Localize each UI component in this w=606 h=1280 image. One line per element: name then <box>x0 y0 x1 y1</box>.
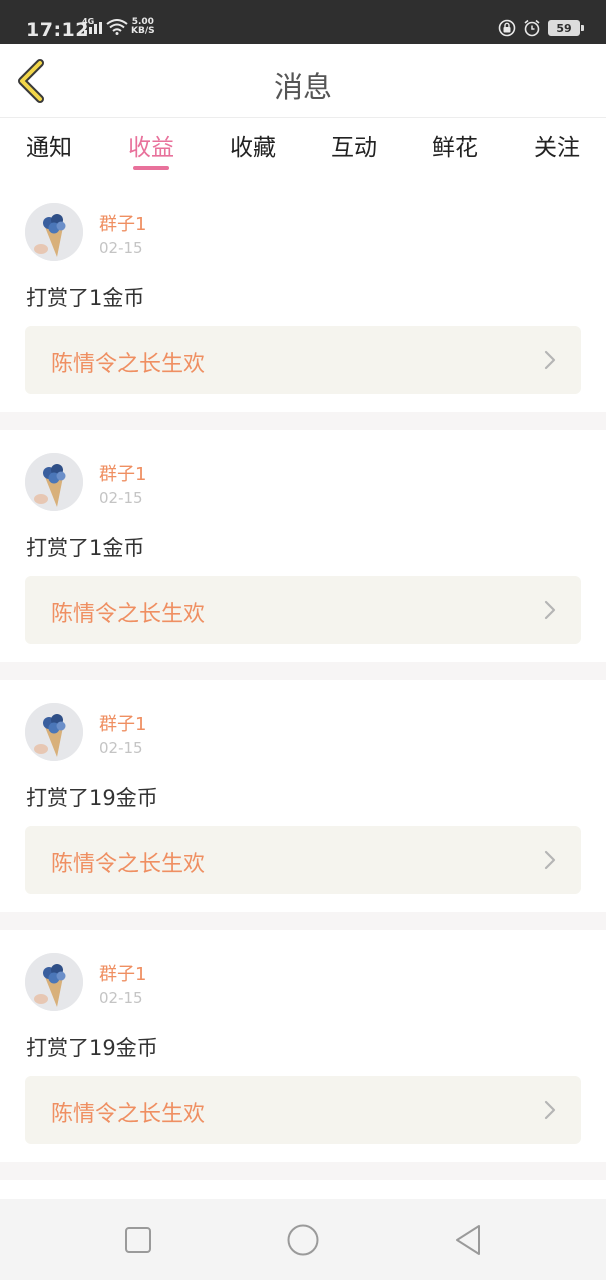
avatar-image-icon <box>25 453 83 511</box>
work-link[interactable]: 陈情令之长生欢 <box>25 1076 581 1144</box>
recent-apps-button[interactable] <box>121 1223 155 1257</box>
tab-notifications[interactable]: 通知 <box>14 128 84 162</box>
battery-icon: 59 <box>548 20 584 36</box>
username[interactable]: 群子1 <box>99 960 146 986</box>
tab-flowers[interactable]: 鲜花 <box>420 128 490 162</box>
chevron-right-icon <box>544 350 556 370</box>
tab-bar: 通知 收益 收藏 互动 鲜花 关注 <box>0 118 606 180</box>
cellular-signal-icon: 4G <box>82 16 104 38</box>
message-date: 02-15 <box>99 739 143 757</box>
message-card: 群子1 02-15 打赏了19金币 陈情令之长生欢 <box>0 930 606 1162</box>
chevron-right-icon <box>544 850 556 870</box>
status-time: 17:12 <box>26 19 89 41</box>
wifi-icon <box>106 19 128 35</box>
work-link[interactable]: 陈情令之长生欢 <box>25 326 581 394</box>
header: 消息 <box>0 44 606 118</box>
back-nav-button[interactable] <box>452 1223 486 1257</box>
work-link[interactable]: 陈情令之长生欢 <box>25 826 581 894</box>
tab-label: 收藏 <box>230 135 276 161</box>
message-date: 02-15 <box>99 489 143 507</box>
tab-earnings[interactable]: 收益 <box>116 128 186 170</box>
card-divider <box>0 412 606 430</box>
battery-level: 59 <box>556 21 572 35</box>
message-text: 打赏了1金币 <box>26 536 145 560</box>
status-icons-right: 59 <box>498 19 584 37</box>
work-title: 陈情令之长生欢 <box>51 852 206 877</box>
tab-label: 互动 <box>331 135 377 161</box>
avatar[interactable] <box>25 953 83 1011</box>
tab-label: 鲜花 <box>432 135 478 161</box>
chevron-right-icon <box>544 1100 556 1120</box>
username[interactable]: 群子1 <box>99 210 146 236</box>
page-title: 消息 <box>273 70 332 104</box>
username[interactable]: 群子1 <box>99 710 146 736</box>
message-text: 打赏了1金币 <box>26 286 145 310</box>
tab-favorites[interactable]: 收藏 <box>218 128 288 162</box>
tab-label: 收益 <box>128 135 174 161</box>
avatar[interactable] <box>25 703 83 761</box>
message-card: 群子1 02-15 打赏了1金币 陈情令之长生欢 <box>0 430 606 662</box>
tab-label: 通知 <box>26 135 72 161</box>
status-icons-left: 4G 5.00 KB/S <box>82 16 155 38</box>
message-card: 群子1 02-15 打赏了1金币 陈情令之长生欢 <box>0 180 606 412</box>
system-nav-bar <box>0 1199 606 1280</box>
avatar-image-icon <box>25 703 83 761</box>
circle-icon <box>287 1224 319 1256</box>
avatar[interactable] <box>25 453 83 511</box>
square-icon <box>125 1227 151 1253</box>
active-tab-indicator <box>133 166 169 170</box>
card-divider <box>0 1162 606 1180</box>
tab-label: 关注 <box>534 135 580 161</box>
message-date: 02-15 <box>99 239 143 257</box>
speed-unit: KB/S <box>131 26 155 36</box>
triangle-back-icon <box>456 1225 480 1255</box>
avatar-image-icon <box>25 953 83 1011</box>
status-bar: 17:12 4G 5.00 KB/S 59 <box>0 0 606 44</box>
tab-following[interactable]: 关注 <box>522 128 592 162</box>
message-text: 打赏了19金币 <box>26 1036 158 1060</box>
work-link[interactable]: 陈情令之长生欢 <box>25 576 581 644</box>
work-title: 陈情令之长生欢 <box>51 602 206 627</box>
tab-interactions[interactable]: 互动 <box>319 128 389 162</box>
message-card: 群子1 02-15 打赏了19金币 陈情令之长生欢 <box>0 680 606 912</box>
avatar[interactable] <box>25 203 83 261</box>
message-text: 打赏了19金币 <box>26 786 158 810</box>
network-speed: 5.00 KB/S <box>131 18 155 36</box>
alarm-icon <box>524 19 540 37</box>
message-date: 02-15 <box>99 989 143 1007</box>
avatar-image-icon <box>25 203 83 261</box>
card-divider <box>0 662 606 680</box>
work-title: 陈情令之长生欢 <box>51 1102 206 1127</box>
card-divider <box>0 912 606 930</box>
work-title: 陈情令之长生欢 <box>51 352 206 377</box>
username[interactable]: 群子1 <box>99 460 146 486</box>
lock-rotation-icon <box>498 19 516 37</box>
home-button[interactable] <box>286 1223 320 1257</box>
chevron-right-icon <box>544 600 556 620</box>
